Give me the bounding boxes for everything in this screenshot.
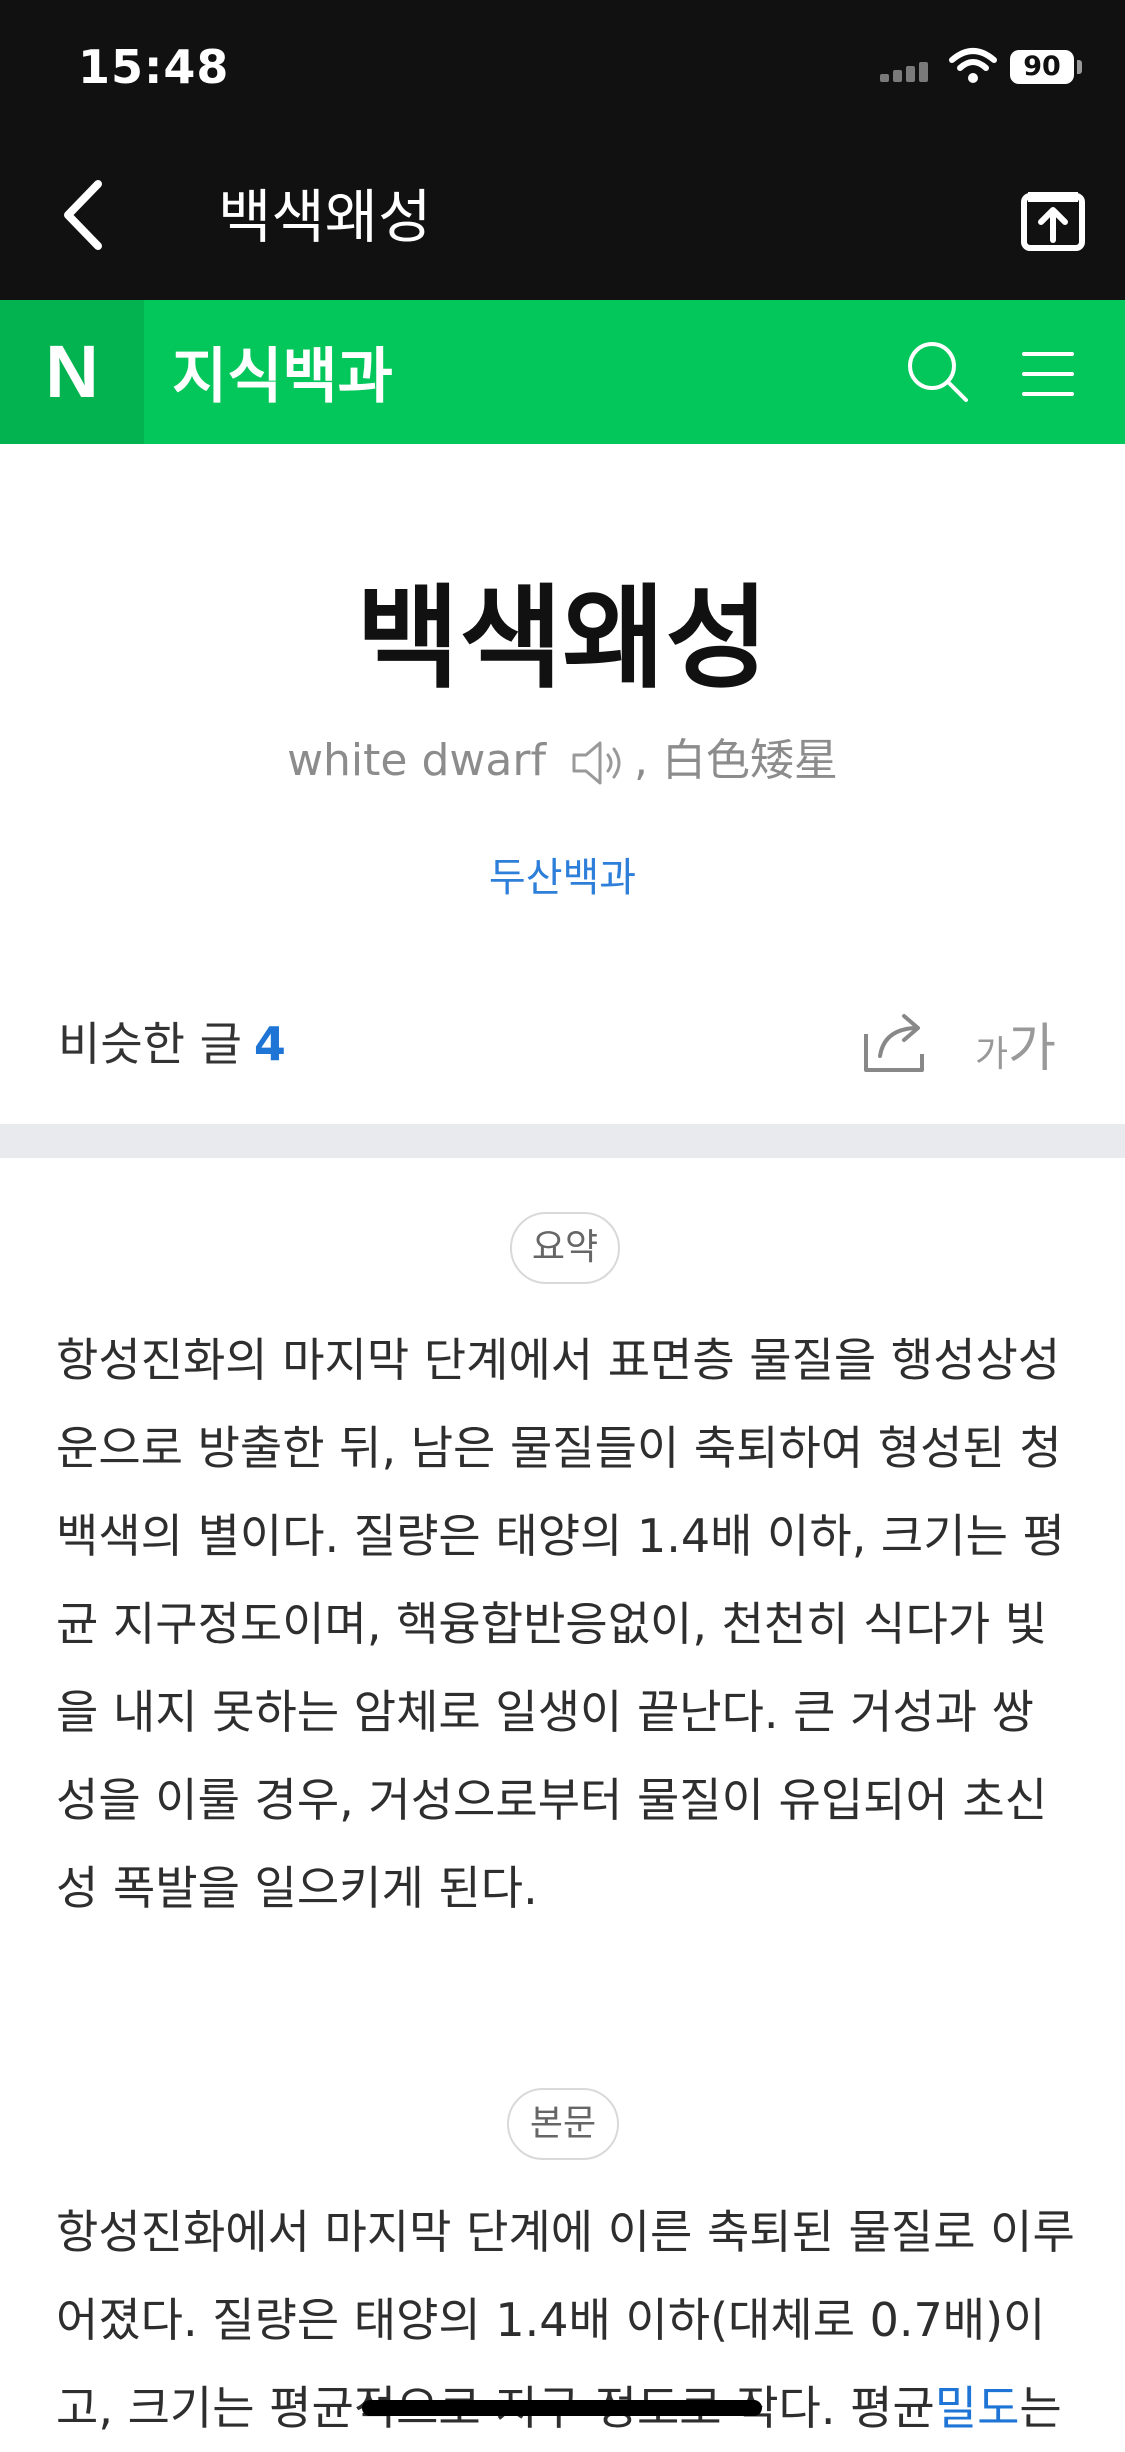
home-indicator[interactable] <box>362 2400 762 2416</box>
subtitle-separator: , <box>633 735 648 786</box>
font-size-small: 가 <box>975 1034 1009 1075</box>
hanja-name: 白色矮星 <box>661 735 838 786</box>
similar-articles[interactable]: 비슷한 글4 <box>58 1008 286 1074</box>
font-size-large: 가 <box>1008 1019 1056 1079</box>
naver-logo[interactable]: N <box>0 300 144 444</box>
battery-indicator: 90 <box>1010 50 1074 84</box>
battery-cap <box>1077 60 1082 74</box>
body-tag: 본문 <box>507 2088 619 2160</box>
share-box-icon[interactable] <box>1018 186 1088 256</box>
similar-label: 비슷한 글 <box>58 1017 242 1071</box>
hamburger-menu-icon[interactable] <box>1020 346 1076 402</box>
app-bar-title: 백색왜성 <box>218 183 432 251</box>
summary-tag: 요약 <box>510 1212 620 1284</box>
source-link[interactable]: 두산백과 <box>0 845 1125 903</box>
service-title[interactable]: 지식백과 <box>172 328 393 415</box>
density-link[interactable]: 밀도 <box>935 2381 1020 2435</box>
wifi-icon <box>949 48 997 83</box>
summary-text: 항성진화의 마지막 단계에서 표면층 물질을 행성상성운으로 방출한 뒤, 남은… <box>56 1333 1065 1915</box>
share-arrow-icon[interactable] <box>862 1010 932 1076</box>
font-size-button[interactable]: 가가 <box>975 1006 1056 1081</box>
naver-logo-text: N <box>45 330 99 413</box>
english-name: white dwarf <box>287 735 546 786</box>
body-text-end: 는 <box>1019 2381 1062 2435</box>
top-app-bar: 15:48 90 백색왜성 <box>0 0 1125 300</box>
similar-count: 4 <box>253 1017 286 1071</box>
cellular-signal-icon <box>880 60 940 82</box>
search-icon[interactable] <box>904 338 972 406</box>
status-time: 15:48 <box>78 40 230 94</box>
section-divider <box>0 1124 1125 1158</box>
article-title: 백색왜성 <box>356 574 769 704</box>
back-button[interactable] <box>50 170 120 260</box>
speaker-icon[interactable] <box>570 739 628 787</box>
article-subtitle: white dwarf , 白色矮星 <box>0 724 1125 788</box>
